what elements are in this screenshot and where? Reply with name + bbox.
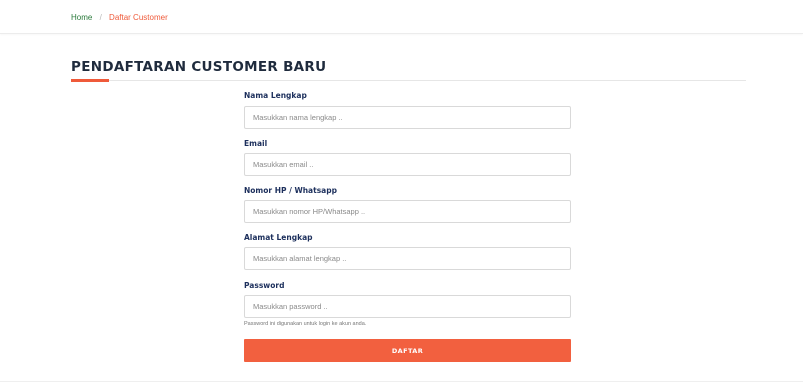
breadcrumb-home-link[interactable]: Home: [71, 13, 92, 22]
breadcrumb-bar: Home / Daftar Customer: [0, 0, 803, 34]
full-name-input[interactable]: [244, 106, 571, 129]
title-accent-bar: [71, 79, 109, 82]
password-help-text: Password ini digunakan untuk login ke ak…: [244, 321, 367, 327]
password-label: Password: [244, 281, 285, 290]
address-label: Alamat Lengkap: [244, 233, 313, 242]
breadcrumb-separator: /: [99, 13, 102, 22]
email-input[interactable]: [244, 153, 571, 176]
page-title: PENDAFTARAN CUSTOMER BARU: [71, 59, 327, 75]
address-input[interactable]: [244, 247, 571, 270]
breadcrumb: Home / Daftar Customer: [71, 13, 168, 23]
breadcrumb-current: Daftar Customer: [109, 13, 168, 22]
footer-divider: [0, 381, 803, 382]
email-label: Email: [244, 139, 268, 148]
full-name-label: Nama Lengkap: [244, 91, 307, 100]
phone-input[interactable]: [244, 200, 571, 223]
title-divider: [71, 80, 746, 81]
password-input[interactable]: [244, 295, 571, 318]
register-button[interactable]: DAFTAR: [244, 339, 571, 362]
phone-label: Nomor HP / Whatsapp: [244, 186, 337, 195]
